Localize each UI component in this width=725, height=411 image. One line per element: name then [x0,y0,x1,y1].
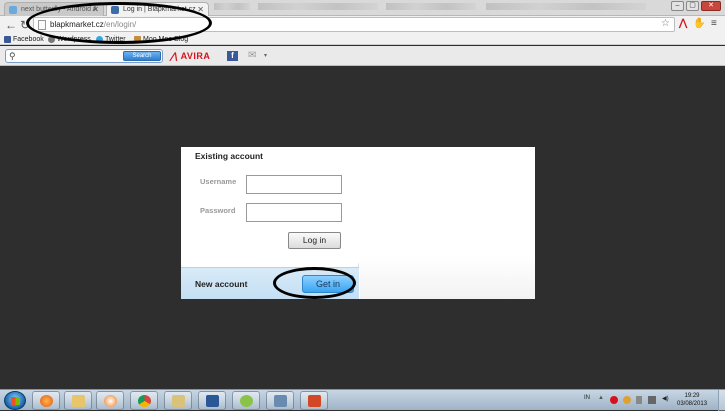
search-icon: ⚲ [9,51,16,61]
tab-title: Log in | Blapkmarket.cz [123,6,196,13]
avira-extension-icon[interactable]: ⋀ [679,19,687,29]
window-icon [274,395,287,407]
browser-tab-strip: next butterfly - Android A ✕ Log in | Bl… [0,0,725,16]
start-button[interactable] [4,391,26,410]
windows-logo-icon [11,397,20,405]
taskbar-explorer[interactable] [64,391,92,410]
close-window-button[interactable]: ✕ [701,1,721,11]
existing-account-title: Existing account [195,151,264,161]
app-icon [172,395,185,407]
maximize-button[interactable]: ▢ [686,1,699,11]
bookmark-moo-moo-blog[interactable]: Moo Moo Blog [134,34,188,45]
network-icon[interactable] [648,396,656,404]
page-icon [38,20,46,30]
taskbar-chrome[interactable] [130,391,158,410]
firefox-icon [40,395,53,407]
taskbar-window[interactable] [266,391,294,410]
avira-logo[interactable]: ⋀ AVIRA [170,51,210,62]
login-right-panel [360,147,535,299]
browser-toolbar: ← ↻ blapkmarket.cz/en/login/ ☆ ⋀ ✋ ≡ [0,16,725,34]
facebook-icon [4,36,11,43]
taskbar-firefox[interactable] [32,391,60,410]
password-field[interactable] [246,203,342,222]
powerpoint-icon [308,395,321,407]
log-in-button[interactable]: Log in [288,232,341,249]
taskbar-word[interactable] [198,391,226,410]
taskbar-powerpoint[interactable] [300,391,328,410]
avira-toolbar: ⚲ Search ⋀ AVIRA f ✉ ▾ [0,46,725,66]
language-indicator[interactable]: IN [584,395,590,401]
minimize-button[interactable]: – [671,1,684,11]
blurred-toolbar-decor [386,3,476,10]
login-left-panel: Existing account Username Password Log i… [181,147,359,299]
paint-icon [240,395,253,407]
windows-taskbar: IN ▲ ◀) 19:29 03/08/2013 [0,389,725,411]
media-player-icon [104,395,117,407]
avira-search-input[interactable] [20,51,124,61]
tray-app-icon[interactable] [623,396,631,404]
existing-account-section: Existing account Username Password Log i… [181,147,359,267]
new-account-title: New account [195,279,248,289]
tab-close-icon[interactable]: ✕ [92,3,99,16]
menu-icon[interactable]: ≡ [711,19,717,29]
mail-icon[interactable]: ✉ [248,51,262,61]
star-bookmark-icon[interactable]: ☆ [661,19,670,29]
android-favicon-icon [9,6,17,14]
taskbar-app[interactable] [164,391,192,410]
avira-umbrella-icon: ⋀ [170,51,178,61]
taskbar-media-player[interactable] [96,391,124,410]
blurred-toolbar-decor [258,3,378,10]
avira-search-box: ⚲ Search [5,49,163,63]
chevron-down-icon[interactable]: ▾ [264,51,267,61]
new-account-section: New account Get in [181,267,359,299]
taskbar-clock[interactable]: 19:29 03/08/2013 [677,392,707,408]
avira-tray-icon[interactable] [610,396,618,404]
blurred-toolbar-decor [486,3,646,10]
show-desktop-button[interactable] [718,390,725,411]
tab-next-butterfly[interactable]: next butterfly - Android A ✕ [4,2,104,16]
new-tab-button[interactable] [214,3,250,10]
twitter-icon [96,36,103,43]
bookmark-wordpress[interactable]: Wordpress [48,34,91,45]
chrome-icon [138,395,151,407]
word-icon [206,395,219,407]
username-label: Username [200,177,237,186]
taskbar-paint[interactable] [232,391,260,410]
address-bar[interactable]: blapkmarket.cz/en/login/ ☆ [33,17,675,32]
bookmarks-bar: Facebook Wordpress Twitter Moo Moo Blog [0,34,725,45]
login-card: Existing account Username Password Log i… [181,147,535,299]
folder-icon [72,395,85,407]
avira-search-button[interactable]: Search [123,51,161,61]
bookmark-twitter[interactable]: Twitter [96,34,126,45]
password-label: Password [200,206,236,215]
tab-title: next butterfly - Android A [21,6,98,13]
clock-date: 03/08/2013 [677,401,708,407]
clock-time: 19:29 [684,393,700,399]
tray-expand-icon[interactable]: ▲ [598,395,604,401]
bookmark-facebook[interactable]: Facebook [4,34,44,45]
back-arrow-icon[interactable]: ← [5,18,17,32]
tab-login-blapkmarket[interactable]: Log in | Blapkmarket.cz ✕ [106,2,209,16]
blapkmarket-favicon-icon [111,6,119,14]
wordpress-icon [48,36,55,43]
url-text: blapkmarket.cz/en/login/ [50,20,137,29]
get-in-button[interactable]: Get in [302,275,354,293]
facebook-icon[interactable]: f [227,51,238,61]
volume-icon[interactable]: ◀) [662,395,669,402]
reload-icon[interactable]: ↻ [20,18,30,32]
hand-extension-icon[interactable]: ✋ [693,19,705,29]
tab-close-icon[interactable]: ✕ [197,3,204,16]
blog-icon [134,36,141,43]
battery-icon[interactable] [636,396,642,404]
username-field[interactable] [246,175,342,194]
page-content: Existing account Username Password Log i… [0,67,725,389]
